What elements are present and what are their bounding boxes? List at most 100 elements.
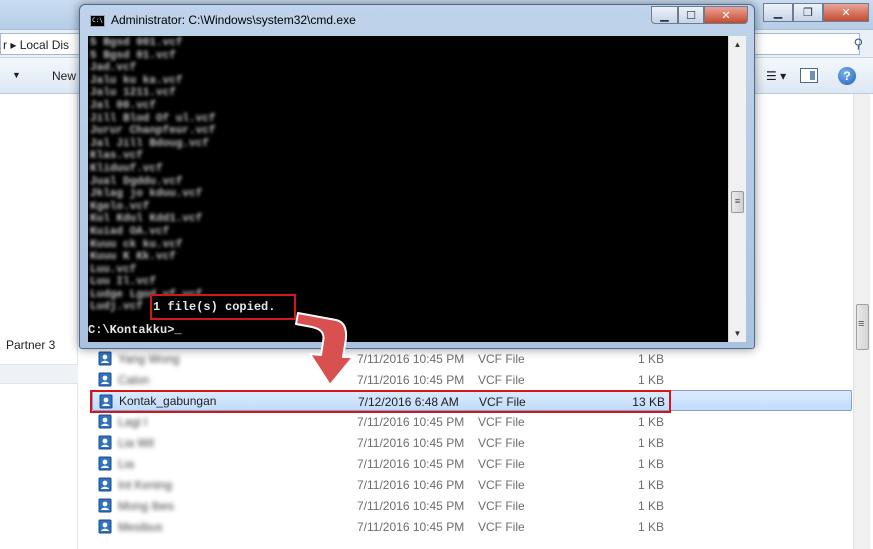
file-size: 1 KB [637,373,664,387]
file-date: 7/11/2016 10:46 PM [357,478,465,492]
cmd-scrollbar[interactable]: ▲ ≡ ▼ [728,36,746,342]
cmd-output-line: Jual Dgddu.vcf [90,175,183,188]
file-date: 7/11/2016 10:45 PM [357,436,465,450]
file-date: 7/11/2016 10:45 PM [357,520,465,534]
cmd-copied-message: 1 file(s) copied. [153,300,276,314]
cmd-prompt[interactable]: C:\Kontakku>_ [88,323,182,337]
organize-dropdown-icon[interactable]: ▼ [12,70,21,80]
explorer-maximize-button[interactable]: ❐ [793,3,823,22]
file-size: 1 KB [637,436,664,450]
file-name: Lia [118,457,135,471]
cmd-output-line: Kuuu ck ku.vcf [90,238,183,251]
file-size: 1 KB [637,478,664,492]
file-list-scrollbar[interactable] [853,94,870,549]
help-icon[interactable]: ? [838,67,856,85]
search-icon[interactable]: ⚲ [853,36,863,52]
cmd-output-line: Kul Kdul Kdd1.vcf [90,213,203,226]
cmd-output-lines: 5 Bgsd 001.vcf 5 Bgsd 01.vcf Jad.vcf Jalu k… [90,37,215,314]
cmd-output-line: Luu Il.vcf [90,276,157,289]
file-type: VCF File [478,352,525,366]
change-view-dropdown-icon[interactable]: ☰ ▾ [766,69,786,83]
file-date: 7/11/2016 10:45 PM [357,352,465,366]
cmd-prompt-text: C:\Kontakku> [88,323,175,337]
vcard-file-icon [98,498,112,513]
cmd-output-line: Klas.vcf [90,150,143,163]
cmd-output-line: Jalu 1211.vcf [90,87,176,100]
file-row[interactable]: Lia 7/11/2016 10:45 PM VCF File 1 KB [92,453,852,474]
vcard-file-icon [98,372,112,387]
file-type: VCF File [478,373,525,387]
cmd-minimize-button[interactable]: ▁ [651,6,678,24]
file-row[interactable]: Mesibus 7/11/2016 10:45 PM VCF File 1 KB [92,516,852,537]
vcard-file-icon [98,456,112,471]
file-size: 1 KB [637,415,664,429]
file-name: Lagi I [118,415,148,429]
vcard-file-icon [98,477,112,492]
explorer-close-button[interactable]: ✕ [823,3,869,22]
cmd-output-line: Luu.vcf [90,263,137,276]
navigation-pane: Partner 3 [0,94,78,549]
cmd-maximize-button[interactable]: ☐ [678,6,704,24]
cmd-close-button[interactable]: ✕ [704,6,748,24]
scroll-up-arrow-icon[interactable]: ▲ [729,36,746,53]
vcard-file-icon [98,414,112,429]
file-size: 1 KB [637,520,664,534]
file-name: Calon [118,373,150,387]
vcard-file-icon [98,519,112,534]
cmd-output-line: Kuuu K Kk.vcf [90,251,176,264]
file-row[interactable]: Lagi I 7/11/2016 10:45 PM VCF File 1 KB [92,411,852,432]
cmd-output-line: 5 Bgsd 001.vcf [90,37,183,49]
file-size: 1 KB [637,457,664,471]
cursor-icon: _ [174,323,182,337]
cmd-output-line: Kgelo.vcf [90,200,150,213]
file-row[interactable]: Yang Wong 7/11/2016 10:45 PM VCF File 1 KB [92,348,852,369]
file-date: 7/12/2016 6:48 AM [358,395,459,409]
file-type: VCF File [478,520,525,534]
cmd-window-title: Administrator: C:\Windows\system32\cmd.e… [111,13,356,27]
file-list: Yang Wong 7/11/2016 10:45 PM VCF File 1 KB C… [92,348,852,537]
file-row[interactable]: Int Kening 7/11/2016 10:46 PM VCF File 1 KB [92,474,852,495]
file-row[interactable]: Kontak_gabungan 7/12/2016 6:48 AM VCF File… [92,390,852,411]
cmd-output-line: Jalu ku ka.vcf [90,74,183,87]
scrollbar-thumb[interactable] [856,304,869,350]
cmd-scrollbar-thumb[interactable]: ≡ [731,191,744,213]
cmd-output-line: Jad.vcf [90,62,137,75]
explorer-minimize-button[interactable]: ▁ [763,3,793,22]
breadcrumb[interactable]: r ▸ Local Dis [3,38,69,52]
cmd-output-line: Jill Blod Of ul.vcf [90,112,216,125]
cmd-output-line: Jal Jill Bdoug.vcf [90,137,209,150]
cmd-caption-buttons: ▁ ☐ ✕ [651,6,748,24]
new-folder-button[interactable]: New [52,69,76,83]
file-name: Int Kening [118,478,173,492]
file-type: VCF File [478,478,525,492]
file-date: 7/11/2016 10:45 PM [357,373,465,387]
cmd-output-line: Jklag jo kduu.vcf [90,188,203,201]
cmd-output-line: Jurur Chanpfeur.vcf [90,125,216,138]
file-name: Mong Ibes [118,499,175,513]
file-size: 1 KB [637,352,664,366]
cmd-output-line: 5 Bgsd 01.vcf [90,49,176,62]
file-row[interactable]: Lia Wil 7/11/2016 10:45 PM VCF File 1 KB [92,432,852,453]
preview-pane-icon[interactable] [800,68,818,83]
file-name: Lia Wil [118,436,155,450]
cmd-output-line: Kuiad OA.vcf [90,225,170,238]
file-row[interactable]: Mong Ibes 7/11/2016 10:45 PM VCF File 1 KB [92,495,852,516]
vcard-file-icon [98,435,112,450]
vcard-file-icon [98,351,112,366]
file-type: VCF File [478,499,525,513]
file-type: VCF File [478,415,525,429]
file-name: Kontak_gabungan [119,394,217,408]
file-name: Yang Wong [118,352,180,366]
explorer-caption-buttons: ▁ ❐ ✕ [763,3,869,22]
file-size: 13 KB [632,395,665,409]
file-row[interactable]: Calon 7/11/2016 10:45 PM VCF File 1 KB [92,369,852,390]
nav-item-partner[interactable]: Partner 3 [6,338,55,352]
file-date: 7/11/2016 10:45 PM [357,415,465,429]
nav-divider [0,364,78,384]
file-type: VCF File [478,436,525,450]
scroll-down-arrow-icon[interactable]: ▼ [729,325,746,342]
cmd-output-line: Jal 00.vcf [90,99,157,112]
file-type: VCF File [478,457,525,471]
cmd-app-icon: C:\ [90,15,105,27]
file-type: VCF File [479,395,526,409]
